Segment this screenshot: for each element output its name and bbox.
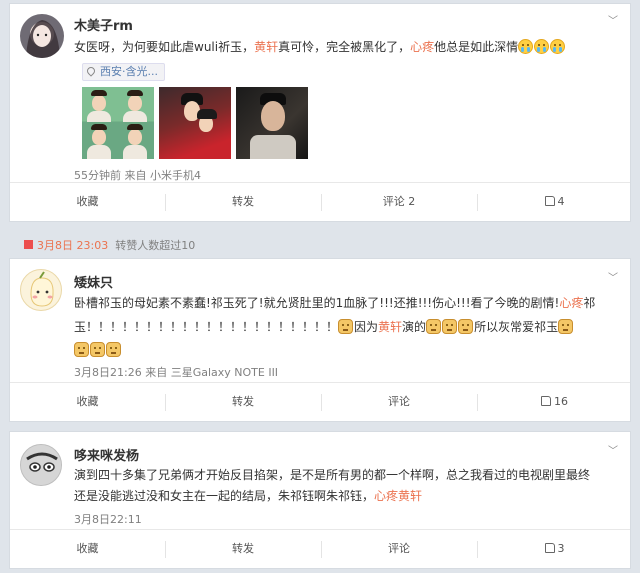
collect-button[interactable]: 收藏 xyxy=(10,383,165,422)
collect-button[interactable]: 收藏 xyxy=(10,183,165,222)
highlight-link-huangxuan[interactable]: 黄轩 xyxy=(254,40,278,54)
hat-shape xyxy=(127,90,143,96)
repost-info-bar: 3月8日 23:03 转赞人数超过10 xyxy=(24,237,195,253)
post-text-part: 真可怜，完全被黑化了， xyxy=(278,40,411,54)
chevron-down-icon[interactable]: ﹀ xyxy=(608,12,618,27)
robe-shape xyxy=(123,111,147,122)
post-meta: 3月8日21:26 来自 三星Galaxy NOTE III xyxy=(74,366,279,379)
emoji-line xyxy=(74,341,122,359)
weibo-post-card-1: 木美子rm ﹀ 女医呀，为何要如此虐wuli祈玉，黄轩真可怜，完全被黑化了，心疼… xyxy=(9,3,631,222)
highlight-link-huangxuan[interactable]: 黄轩 xyxy=(378,320,402,334)
location-label: 西安·含光... xyxy=(100,65,158,78)
cry-emoji-icon xyxy=(518,39,534,54)
thumbs-up-icon xyxy=(544,196,555,206)
post-text-part: 祁 xyxy=(583,296,596,310)
repost-date: 3月8日 23:03 xyxy=(37,239,109,252)
avatar-photo xyxy=(26,20,60,58)
user-avatar[interactable] xyxy=(20,14,64,58)
action-bar: 收藏 转发 评论 3 xyxy=(10,529,630,568)
weibo-post-card-2: 矮妹只 ﹀ 卧槽祁玉的母妃素不素蠢!祁玉死了!就允贤肚里的1血脉了!!!还推!!… xyxy=(9,258,631,422)
post-meta: 55分钟前 来自 小米手机4 xyxy=(74,169,201,182)
post-text-part: 他总是如此深情 xyxy=(434,40,519,54)
post-text-line-1: 演到四十多集了兄弟俩才开始反目掐架，是不是所有男的都一个样啊，总之我看过的电视剧… xyxy=(74,468,591,482)
doge-emoji-icon xyxy=(458,319,474,334)
repost-button[interactable]: 转发 xyxy=(165,530,321,569)
post-text-line-2: 玉！！！！！！！！！！！！！！！！！！！！！ 因为黄轩演的 所以灰常爱祁玉 xyxy=(74,318,574,336)
cry-emoji-icon xyxy=(534,39,550,54)
doge-emoji-icon xyxy=(338,319,354,334)
highlight-link-xinteng[interactable]: 心疼 xyxy=(559,296,583,310)
post-text-part: 因为 xyxy=(354,320,379,334)
repost-count-text: 转赞人数超过10 xyxy=(115,239,196,252)
post-text-part: 还是没能逃过没和女主在一起的结局，朱祁钰啊朱祁钰， xyxy=(74,489,375,503)
post-image-1[interactable] xyxy=(82,87,154,159)
cry-emoji-icon xyxy=(550,39,566,54)
username[interactable]: 木美子rm xyxy=(74,15,133,34)
collect-button[interactable]: 收藏 xyxy=(10,530,165,569)
comment-button[interactable]: 评论 xyxy=(321,383,477,422)
repost-button[interactable]: 转发 xyxy=(165,383,321,422)
like-button[interactable]: 16 xyxy=(477,383,632,422)
username[interactable]: 哆来咪发杨 xyxy=(74,445,139,464)
post-text: 女医呀，为何要如此虐wuli祈玉，黄轩真可怜，完全被黑化了，心疼他总是如此深情 xyxy=(74,38,566,56)
username[interactable]: 矮妹只 xyxy=(74,272,113,291)
comment-button[interactable]: 评论 2 xyxy=(321,183,477,222)
like-count: 16 xyxy=(554,395,568,408)
robe-shape xyxy=(87,145,111,159)
like-count: 3 xyxy=(557,542,565,555)
location-tag[interactable]: 西安·含光... xyxy=(82,63,165,81)
face-shape xyxy=(92,129,106,145)
face-shape xyxy=(92,95,106,111)
avatar-photo xyxy=(21,445,61,485)
post-text-part: 所以灰常爱祁玉 xyxy=(474,320,559,334)
robe-shape xyxy=(123,145,147,159)
location-pin-icon xyxy=(85,65,97,77)
like-button[interactable]: 3 xyxy=(477,530,632,569)
hat-shape xyxy=(127,124,143,130)
face-shape xyxy=(128,129,142,145)
doge-emoji-icon xyxy=(106,342,121,357)
doge-emoji-icon xyxy=(442,319,458,334)
doge-emoji-icon xyxy=(74,342,89,357)
thumbs-up-icon xyxy=(541,396,551,406)
like-count: 4 xyxy=(557,195,565,208)
hot-badge-icon xyxy=(24,240,33,249)
hair-shape xyxy=(197,109,217,119)
post-text-part: 演的 xyxy=(402,320,427,334)
post-text-part: 女医呀，为何要如此虐wuli祈玉， xyxy=(74,40,255,54)
robe-shape xyxy=(87,111,111,122)
chevron-down-icon[interactable]: ﹀ xyxy=(608,269,618,284)
chevron-down-icon[interactable]: ﹀ xyxy=(608,442,618,457)
repost-button[interactable]: 转发 xyxy=(165,183,321,222)
post-image-2[interactable] xyxy=(159,87,231,159)
post-meta: 3月8日22:11 xyxy=(74,513,142,526)
post-text-line-1: 卧槽祁玉的母妃素不素蠢!祁玉死了!就允贤肚里的1血脉了!!!还推!!!伤心!!!… xyxy=(74,294,595,312)
face-shape xyxy=(261,101,285,131)
action-bar: 收藏 转发 评论 2 4 xyxy=(10,182,630,221)
avatar-cartoon xyxy=(30,271,54,307)
hat-shape xyxy=(91,124,107,130)
robe-shape xyxy=(250,135,296,159)
action-bar: 收藏 转发 评论 16 xyxy=(10,382,630,421)
thumbs-up-icon xyxy=(544,543,555,553)
user-avatar[interactable] xyxy=(20,269,62,311)
user-avatar[interactable] xyxy=(20,444,62,486)
hat-shape xyxy=(91,90,107,96)
post-image-3[interactable] xyxy=(236,87,308,159)
post-text-part: 卧槽祁玉的母妃素不素蠢!祁玉死了!就允贤肚里的1血脉了!!!还推!!!伤心!!!… xyxy=(74,296,560,310)
post-text-part: 玉！！！！！！！！！！！！！！！！！！！！！ xyxy=(74,320,339,334)
weibo-post-card-3: 哆来咪发杨 ﹀ 演到四十多集了兄弟俩才开始反目掐架，是不是所有男的都一个样啊，总… xyxy=(9,431,631,569)
highlight-link-xinteng[interactable]: 心疼 xyxy=(410,40,434,54)
highlight-link-xinteng-huangxuan[interactable]: 心疼黄轩 xyxy=(374,489,422,503)
doge-emoji-icon xyxy=(90,342,105,357)
post-text-line-2: 还是没能逃过没和女主在一起的结局，朱祁钰啊朱祁钰，心疼黄轩 xyxy=(74,487,422,505)
doge-emoji-icon xyxy=(558,319,574,334)
doge-emoji-icon xyxy=(426,319,442,334)
face-shape xyxy=(128,95,142,111)
comment-button[interactable]: 评论 xyxy=(321,530,477,569)
like-button[interactable]: 4 xyxy=(477,183,632,222)
